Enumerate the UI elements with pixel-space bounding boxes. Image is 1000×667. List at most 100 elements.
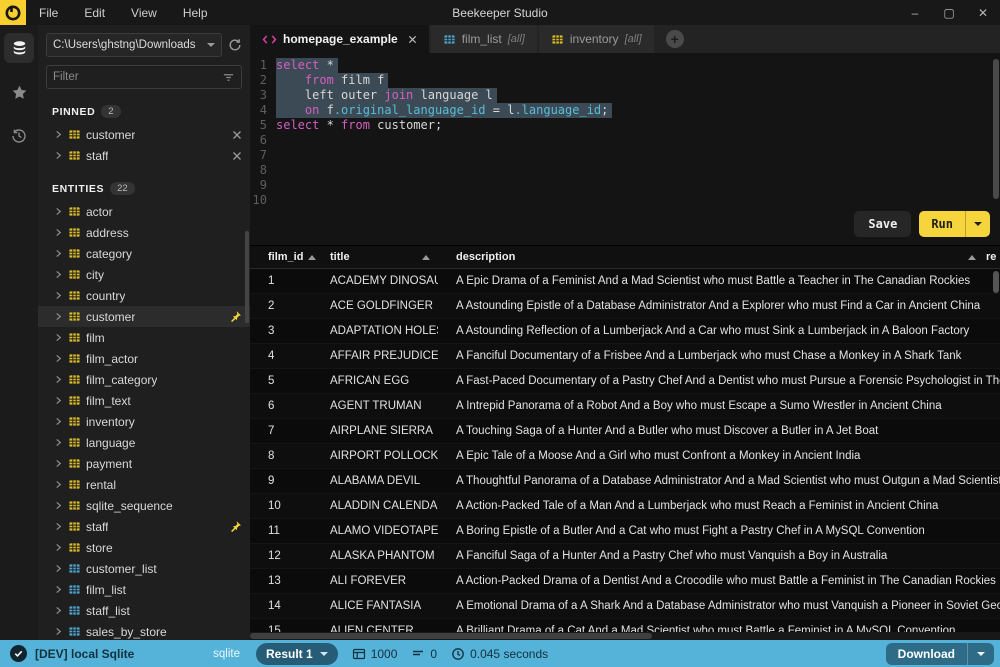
- cell-description[interactable]: A Emotional Drama of a A Shark And a Dat…: [438, 600, 1000, 612]
- cell-description[interactable]: A Brilliant Drama of a Cat And a Mad Sci…: [438, 625, 1000, 632]
- unpin-icon[interactable]: [232, 151, 242, 161]
- cell-film-id[interactable]: 5: [250, 375, 312, 387]
- unpin-icon[interactable]: [232, 130, 242, 140]
- cell-description[interactable]: A Fanciful Saga of a Hunter And a Pastry…: [438, 550, 1000, 562]
- sidebar-item-film_list[interactable]: film_list: [38, 579, 250, 600]
- cell-title[interactable]: ALADDIN CALENDAR: [312, 500, 438, 512]
- cell-film-id[interactable]: 9: [250, 475, 312, 487]
- save-button[interactable]: Save: [854, 211, 911, 237]
- cell-description[interactable]: A Action-Packed Tale of a Man And a Lumb…: [438, 500, 1000, 512]
- pin-icon[interactable]: [229, 310, 242, 323]
- results-horizontal-scroll-track[interactable]: [250, 632, 1000, 640]
- cell-description[interactable]: A Thoughtful Panorama of a Database Admi…: [438, 475, 1000, 487]
- sidebar-item-inventory[interactable]: inventory: [38, 411, 250, 432]
- cell-title[interactable]: ACADEMY DINOSAUR: [312, 275, 438, 287]
- menu-file[interactable]: File: [26, 6, 71, 20]
- refresh-icon[interactable]: [228, 38, 242, 52]
- cell-title[interactable]: ALASKA PHANTOM: [312, 550, 438, 562]
- table-row[interactable]: 13ALI FOREVERA Action-Packed Drama of a …: [250, 569, 1000, 594]
- tab-homepage_example[interactable]: homepage_example: [250, 25, 429, 53]
- results-body[interactable]: 1ACADEMY DINOSAURA Epic Drama of a Femin…: [250, 269, 1000, 632]
- cell-title[interactable]: ALIEN CENTER: [312, 625, 438, 632]
- code-line-8[interactable]: 8: [250, 163, 1000, 178]
- table-row[interactable]: 12ALASKA PHANTOMA Fanciful Saga of a Hun…: [250, 544, 1000, 569]
- chevron-right-icon[interactable]: [54, 543, 63, 552]
- cell-title[interactable]: AFRICAN EGG: [312, 375, 438, 387]
- cell-film-id[interactable]: 4: [250, 350, 312, 362]
- chevron-right-icon[interactable]: [54, 480, 63, 489]
- results-vertical-scrollbar[interactable]: [993, 271, 999, 293]
- database-selector[interactable]: C:\Users\ghstng\Downloads: [46, 33, 222, 57]
- sidebar-item-film_category[interactable]: film_category: [38, 369, 250, 390]
- sidebar-scrollbar[interactable]: [245, 231, 249, 323]
- menu-edit[interactable]: Edit: [71, 6, 118, 20]
- sidebar-item-actor[interactable]: actor: [38, 201, 250, 222]
- tables-panel-button[interactable]: [4, 33, 34, 63]
- maximize-button[interactable]: ▢: [932, 0, 966, 25]
- chevron-right-icon[interactable]: [54, 270, 63, 279]
- table-row[interactable]: 3ADAPTATION HOLESA Astounding Reflection…: [250, 319, 1000, 344]
- download-options-button[interactable]: [967, 643, 994, 665]
- code-line-10[interactable]: 10: [250, 193, 1000, 208]
- column-header-partial[interactable]: re: [986, 251, 1000, 263]
- code-line-5[interactable]: 5select * from customer;: [250, 118, 1000, 133]
- sidebar-item-store[interactable]: store: [38, 537, 250, 558]
- cell-title[interactable]: ALABAMA DEVIL: [312, 475, 438, 487]
- chevron-right-icon[interactable]: [54, 522, 63, 531]
- chevron-right-icon[interactable]: [54, 396, 63, 405]
- cell-description[interactable]: A Intrepid Panorama of a Robot And a Boy…: [438, 400, 1000, 412]
- table-row[interactable]: 2ACE GOLDFINGERA Astounding Epistle of a…: [250, 294, 1000, 319]
- table-row[interactable]: 9ALABAMA DEVILA Thoughtful Panorama of a…: [250, 469, 1000, 494]
- sidebar-item-customer_list[interactable]: customer_list: [38, 558, 250, 579]
- cell-description[interactable]: A Boring Epistle of a Butler And a Cat w…: [438, 525, 1000, 537]
- table-row[interactable]: 5AFRICAN EGGA Fast-Paced Documentary of …: [250, 369, 1000, 394]
- cell-film-id[interactable]: 8: [250, 450, 312, 462]
- sidebar-item-address[interactable]: address: [38, 222, 250, 243]
- cell-title[interactable]: AIRPORT POLLOCK: [312, 450, 438, 462]
- cell-description[interactable]: A Epic Tale of a Moose And a Girl who mu…: [438, 450, 1000, 462]
- table-row[interactable]: 4AFFAIR PREJUDICEA Fanciful Documentary …: [250, 344, 1000, 369]
- cell-description[interactable]: A Touching Saga of a Hunter And a Butler…: [438, 425, 1000, 437]
- cell-description[interactable]: A Astounding Epistle of a Database Admin…: [438, 300, 1000, 312]
- cell-title[interactable]: ALI FOREVER: [312, 575, 438, 587]
- chevron-right-icon[interactable]: [54, 207, 63, 216]
- cell-description[interactable]: A Epic Drama of a Feminist And a Mad Sci…: [438, 275, 1000, 287]
- close-tab-icon[interactable]: [408, 35, 417, 44]
- code-line-1[interactable]: 1select *: [250, 58, 1000, 73]
- sidebar-item-film[interactable]: film: [38, 327, 250, 348]
- run-options-button[interactable]: [965, 211, 990, 237]
- favorites-button[interactable]: [4, 77, 34, 107]
- sidebar-item-sales_by_store[interactable]: sales_by_store: [38, 621, 250, 640]
- chevron-right-icon[interactable]: [54, 291, 63, 300]
- cell-film-id[interactable]: 12: [250, 550, 312, 562]
- chevron-right-icon[interactable]: [54, 564, 63, 573]
- cell-title[interactable]: AFFAIR PREJUDICE: [312, 350, 438, 362]
- table-row[interactable]: 8AIRPORT POLLOCKA Epic Tale of a Moose A…: [250, 444, 1000, 469]
- cell-description[interactable]: A Fast-Paced Documentary of a Pastry Che…: [438, 375, 1000, 387]
- sidebar-item-customer[interactable]: customer: [38, 306, 250, 327]
- chevron-right-icon[interactable]: [54, 375, 63, 384]
- sidebar-item-country[interactable]: country: [38, 285, 250, 306]
- tab-film_list[interactable]: film_list[all]: [431, 25, 537, 53]
- chevron-right-icon[interactable]: [54, 585, 63, 594]
- cell-title[interactable]: AGENT TRUMAN: [312, 400, 438, 412]
- run-button[interactable]: Run: [919, 211, 965, 237]
- result-selector[interactable]: Result 1: [256, 643, 338, 665]
- cell-description[interactable]: A Astounding Reflection of a Lumberjack …: [438, 325, 1000, 337]
- sidebar-item-city[interactable]: city: [38, 264, 250, 285]
- table-row[interactable]: 1ACADEMY DINOSAURA Epic Drama of a Femin…: [250, 269, 1000, 294]
- cell-title[interactable]: ACE GOLDFINGER: [312, 300, 438, 312]
- sidebar-item-staff_list[interactable]: staff_list: [38, 600, 250, 621]
- table-row[interactable]: 10ALADDIN CALENDARA Action-Packed Tale o…: [250, 494, 1000, 519]
- column-header-description[interactable]: description: [438, 251, 986, 263]
- cell-title[interactable]: AIRPLANE SIERRA: [312, 425, 438, 437]
- cell-title[interactable]: ADAPTATION HOLES: [312, 325, 438, 337]
- sidebar-item-language[interactable]: language: [38, 432, 250, 453]
- code-line-9[interactable]: 9: [250, 178, 1000, 193]
- chevron-right-icon[interactable]: [54, 606, 63, 615]
- table-row[interactable]: 14ALICE FANTASIAA Emotional Drama of a A…: [250, 594, 1000, 619]
- entities-section-header[interactable]: ENTITIES 22: [38, 166, 250, 201]
- pinned-item-customer[interactable]: customer: [38, 124, 250, 145]
- pin-icon[interactable]: [229, 520, 242, 533]
- chevron-right-icon[interactable]: [54, 417, 63, 426]
